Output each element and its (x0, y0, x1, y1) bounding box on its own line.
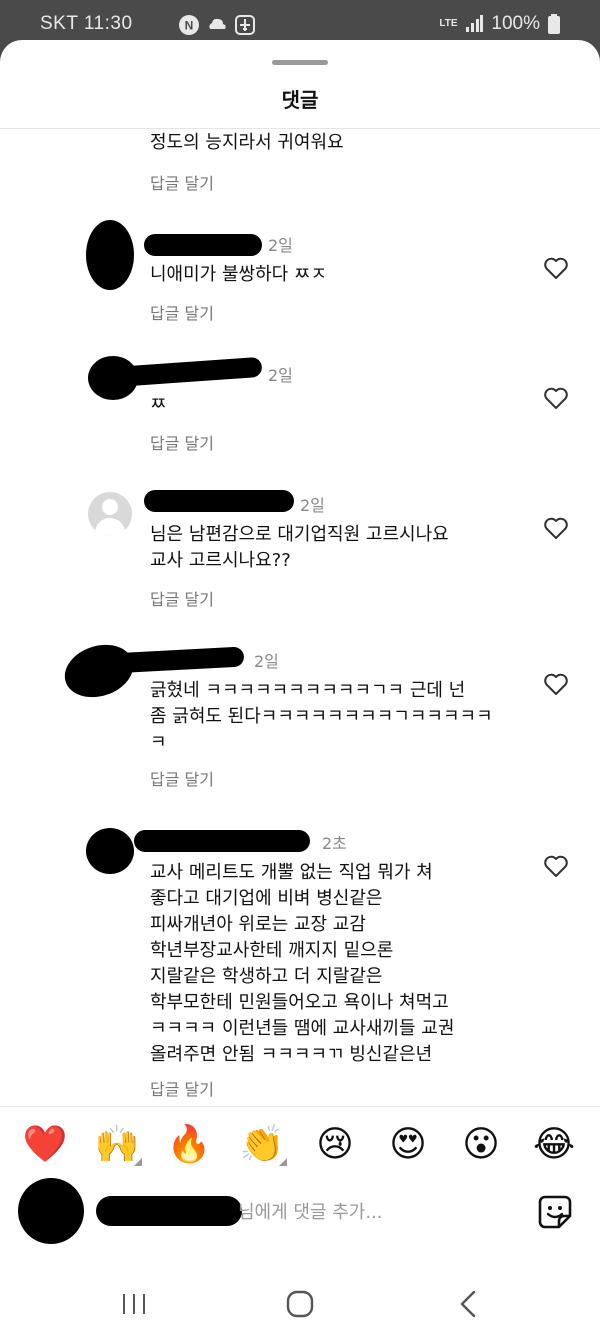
heart-outline-icon[interactable] (543, 672, 569, 696)
variant-indicator-icon (134, 1158, 142, 1166)
battery-icon (548, 14, 560, 34)
svg-text:N: N (185, 19, 194, 33)
comment-time: 2일 (254, 652, 279, 671)
reply-button[interactable]: 답글 달기 (150, 170, 214, 194)
comment-line: 좋다고 대기업에 비벼 병신같은 (150, 888, 383, 909)
emoji-fire[interactable]: 🔥 (164, 1120, 214, 1170)
comment-time: 2일 (300, 496, 325, 515)
notification-icons: N (178, 14, 256, 36)
comment-line: 긁혔네 ㅋㅋㅋㅋㅋㅋㅋㅋㅋㅋㄱㅋ 근데 넌 (150, 680, 466, 701)
signal-icon (466, 15, 484, 32)
heart-outline-icon[interactable] (543, 516, 569, 540)
username-redacted[interactable] (144, 490, 294, 512)
reply-button[interactable]: 답글 달기 (150, 300, 214, 324)
emoji-glyph: 👏 (239, 1124, 285, 1165)
comment-line: 학년부장교사한테 깨지지 밑으론 (150, 940, 394, 961)
reply-button[interactable]: 답글 달기 (150, 430, 214, 454)
comment-line: 학부모한테 민원들어오고 욕이나 쳐먹고 (150, 992, 449, 1013)
comment-input[interactable]: 님에게 댓글 추가... (238, 1198, 383, 1224)
reply-button[interactable]: 답글 달기 (150, 586, 214, 610)
emoji-red-heart[interactable]: ❤️ (20, 1120, 70, 1170)
comment-line: 교사 고르시나요?? (150, 550, 291, 571)
comment-time: 2초 (322, 834, 347, 853)
avatar[interactable] (86, 828, 134, 874)
reply-button[interactable]: 답글 달기 (150, 766, 214, 790)
username-redacted (96, 1196, 242, 1226)
comment-text: 교사 메리트도 개뿔 없는 직업 뭐가 쳐 좋다고 대기업에 비벼 병신같은 피… (150, 860, 454, 1068)
comment-text: 니애미가 불쌍하다 ㅉㅈ (150, 264, 328, 285)
username-redacted[interactable] (134, 830, 310, 852)
comment-line: 지랄같은 학생하고 더 지랄같은 (150, 966, 383, 987)
carrier-time: SKT 11:30 (40, 13, 133, 34)
comment-text: 긁혔네 ㅋㅋㅋㅋㅋㅋㅋㅋㅋㅋㄱㅋ 근데 넌 좀 긁혀도 된다ㅋㅋㅋㅋㅋㅋㅋㅋㄱㅋ… (150, 678, 493, 756)
comment-time: 2일 (268, 366, 293, 385)
drag-handle[interactable] (272, 60, 328, 65)
airplane-box-icon (235, 15, 255, 35)
reply-button[interactable]: 답글 달기 (150, 1076, 214, 1100)
comment-line: ㅋㅋㅋㅋ 이런년들 땜에 교사새끼들 교권 (150, 1018, 455, 1039)
default-avatar[interactable] (88, 492, 132, 536)
comment-text: 정도의 능지라서 귀여워요 (150, 132, 344, 153)
heart-outline-icon[interactable] (543, 256, 569, 280)
comment-line: 올려주면 안됨 ㅋㅋㅋㅋㄲ 빙신같은년 (150, 1044, 433, 1065)
emoji-raising-hands[interactable]: 🙌 (92, 1120, 142, 1170)
heart-outline-icon[interactable] (543, 386, 569, 410)
naver-icon: N (179, 15, 199, 35)
emoji-surprised-face[interactable]: 😮 (456, 1120, 506, 1170)
status-right: LTE 100% (439, 13, 560, 35)
header-divider (0, 128, 600, 129)
sheet-title: 댓글 (281, 88, 319, 112)
battery-percent: 100% (491, 13, 540, 34)
emoji-crying-face[interactable]: 😢 (310, 1120, 360, 1170)
username-redacted[interactable] (111, 356, 263, 388)
emoji-heart-eyes[interactable]: 😍 (383, 1120, 433, 1170)
username-redacted[interactable] (109, 646, 245, 674)
comment-line: 님은 남편감으로 대기업직원 고르시나요 (150, 524, 449, 545)
variant-indicator-icon (279, 1158, 287, 1166)
sticker-icon[interactable] (537, 1194, 573, 1230)
comment-text: ㅉ (150, 394, 167, 415)
comment-line: ㅋ (150, 732, 167, 753)
back-icon[interactable] (450, 1284, 490, 1324)
cloud-icon (209, 18, 226, 29)
comment-line: 교사 메리트도 개뿔 없는 직업 뭐가 쳐 (150, 862, 433, 883)
network-type: LTE (439, 18, 458, 29)
username-redacted[interactable] (144, 234, 262, 256)
heart-outline-icon[interactable] (543, 854, 569, 878)
avatar[interactable] (86, 220, 134, 290)
emoji-glyph: 🙌 (94, 1124, 140, 1165)
comment-line: 좀 긁혀도 된다ㅋㅋㅋㅋㅋㅋㅋㅋㄱㅋㅋㅋㅋㅋ (150, 706, 493, 727)
comments-sheet: 댓글 정도의 능지라서 귀여워요 답글 달기 2일 니애미가 불쌍하다 ㅉㅈ 답… (0, 40, 600, 1334)
comment-line: 피싸개년아 위로는 교장 교감 (150, 914, 366, 935)
emoji-tears-of-joy[interactable]: 😂 (529, 1120, 579, 1170)
comment-input-row: 님에게 댓글 추가... (0, 1178, 600, 1248)
emoji-reaction-bar: ❤️ 🙌 🔥 👏 😢 😍 😮 😂 (0, 1120, 600, 1174)
home-icon[interactable] (280, 1284, 320, 1324)
emoji-bar-divider (0, 1106, 600, 1107)
comment-text: 님은 남편감으로 대기업직원 고르시나요 교사 고르시나요?? (150, 522, 449, 574)
avatar-body-shape (95, 518, 125, 536)
recent-apps-icon[interactable] (114, 1284, 154, 1324)
my-avatar (18, 1178, 84, 1244)
avatar-head-shape (102, 499, 118, 515)
comment-time: 2일 (268, 236, 293, 255)
navigation-bar (0, 1274, 600, 1334)
emoji-clapping-hands[interactable]: 👏 (237, 1120, 287, 1170)
